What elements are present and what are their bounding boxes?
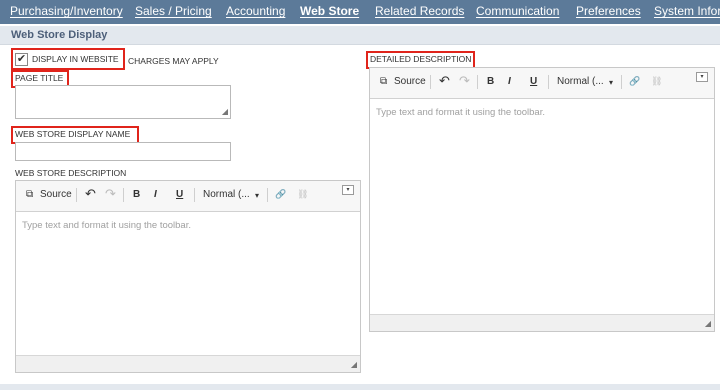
toolbar-separator [548,75,549,89]
toolbar-separator [76,188,77,202]
source-icon[interactable]: ⧉ [380,76,387,87]
tab-communication[interactable]: Communication [476,4,559,18]
tab-web-store[interactable]: Web Store [300,4,359,18]
source-button[interactable]: Source [40,189,72,200]
link-icon[interactable]: 🔗 [275,189,286,200]
underline-button[interactable]: U [176,189,183,200]
bold-button[interactable]: B [133,189,140,200]
italic-button[interactable]: I [154,189,157,200]
collapse-toolbar-icon[interactable]: ▾ [342,185,354,195]
page-title-textarea[interactable]: ◢ [15,85,231,119]
format-dropdown[interactable]: Normal (... [557,76,604,87]
display-in-website-label: DISPLAY IN WEBSITE [32,54,119,64]
resize-grip-icon[interactable]: ◢ [705,320,711,328]
web-store-display-name-label: WEB STORE DISPLAY NAME [15,129,131,139]
editor-placeholder: Type text and format it using the toolba… [376,107,545,118]
tab-sales-pricing[interactable]: Sales / Pricing [135,4,212,18]
undo-icon[interactable]: ↶ [85,186,96,202]
toolbar-separator [123,188,124,202]
detailed-description-label: DETAILED DESCRIPTION [370,54,472,64]
source-button[interactable]: Source [394,76,426,87]
resize-grip-icon[interactable]: ◢ [351,361,357,369]
tab-system-information[interactable]: System Infor [654,4,720,18]
web-store-display-name-input[interactable] [15,142,231,161]
editor-body[interactable]: Type text and format it using the toolba… [16,212,360,355]
editor-toolbar: ⧉ Source ↶ ↷ B I U Normal (... ▾ 🔗 ⛓ ▾ [16,181,360,212]
tab-bar: Purchasing/Inventory Sales / Pricing Acc… [0,0,720,24]
bottom-bar [0,384,720,390]
redo-icon[interactable]: ↷ [105,186,116,202]
tab-related-records[interactable]: Related Records [375,4,464,18]
detailed-description-editor: ⧉ Source ↶ ↷ B I U Normal (... ▾ 🔗 ⛓ ▾ T… [369,67,715,332]
display-in-website-checkbox[interactable]: ✔ [15,53,28,66]
tab-preferences[interactable]: Preferences [576,4,641,18]
resize-grip-icon[interactable]: ◢ [222,108,228,116]
collapse-toolbar-icon[interactable]: ▾ [696,72,708,82]
section-header: Web Store Display [0,26,720,45]
format-dropdown[interactable]: Normal (... [203,189,250,200]
toolbar-separator [194,188,195,202]
undo-icon[interactable]: ↶ [439,73,450,89]
editor-placeholder: Type text and format it using the toolba… [22,220,191,231]
chevron-down-icon[interactable]: ▾ [609,78,613,87]
toolbar-separator [430,75,431,89]
chevron-down-icon[interactable]: ▾ [255,191,259,200]
italic-button[interactable]: I [508,76,511,87]
editor-toolbar: ⧉ Source ↶ ↷ B I U Normal (... ▾ 🔗 ⛓ ▾ [370,68,714,99]
toolbar-separator [621,75,622,89]
source-icon[interactable]: ⧉ [26,189,33,200]
web-store-description-editor: ⧉ Source ↶ ↷ B I U Normal (... ▾ 🔗 ⛓ ▾ T… [15,180,361,373]
redo-icon[interactable]: ↷ [459,73,470,89]
editor-footer: ◢ [370,314,714,331]
unlink-icon[interactable]: ⛓ [297,189,308,200]
section-title: Web Store Display [11,29,108,41]
link-icon[interactable]: 🔗 [629,76,640,87]
charges-may-apply-note: CHARGES MAY APPLY [128,56,219,66]
page-title-label: PAGE TITLE [15,73,64,83]
editor-footer: ◢ [16,355,360,372]
toolbar-separator [477,75,478,89]
web-store-description-label: WEB STORE DESCRIPTION [15,168,127,178]
tab-purchasing-inventory[interactable]: Purchasing/Inventory [10,4,123,18]
editor-body[interactable]: Type text and format it using the toolba… [370,99,714,314]
tab-accounting[interactable]: Accounting [226,4,285,18]
underline-button[interactable]: U [530,76,537,87]
bold-button[interactable]: B [487,76,494,87]
toolbar-separator [267,188,268,202]
unlink-icon[interactable]: ⛓ [651,76,662,87]
